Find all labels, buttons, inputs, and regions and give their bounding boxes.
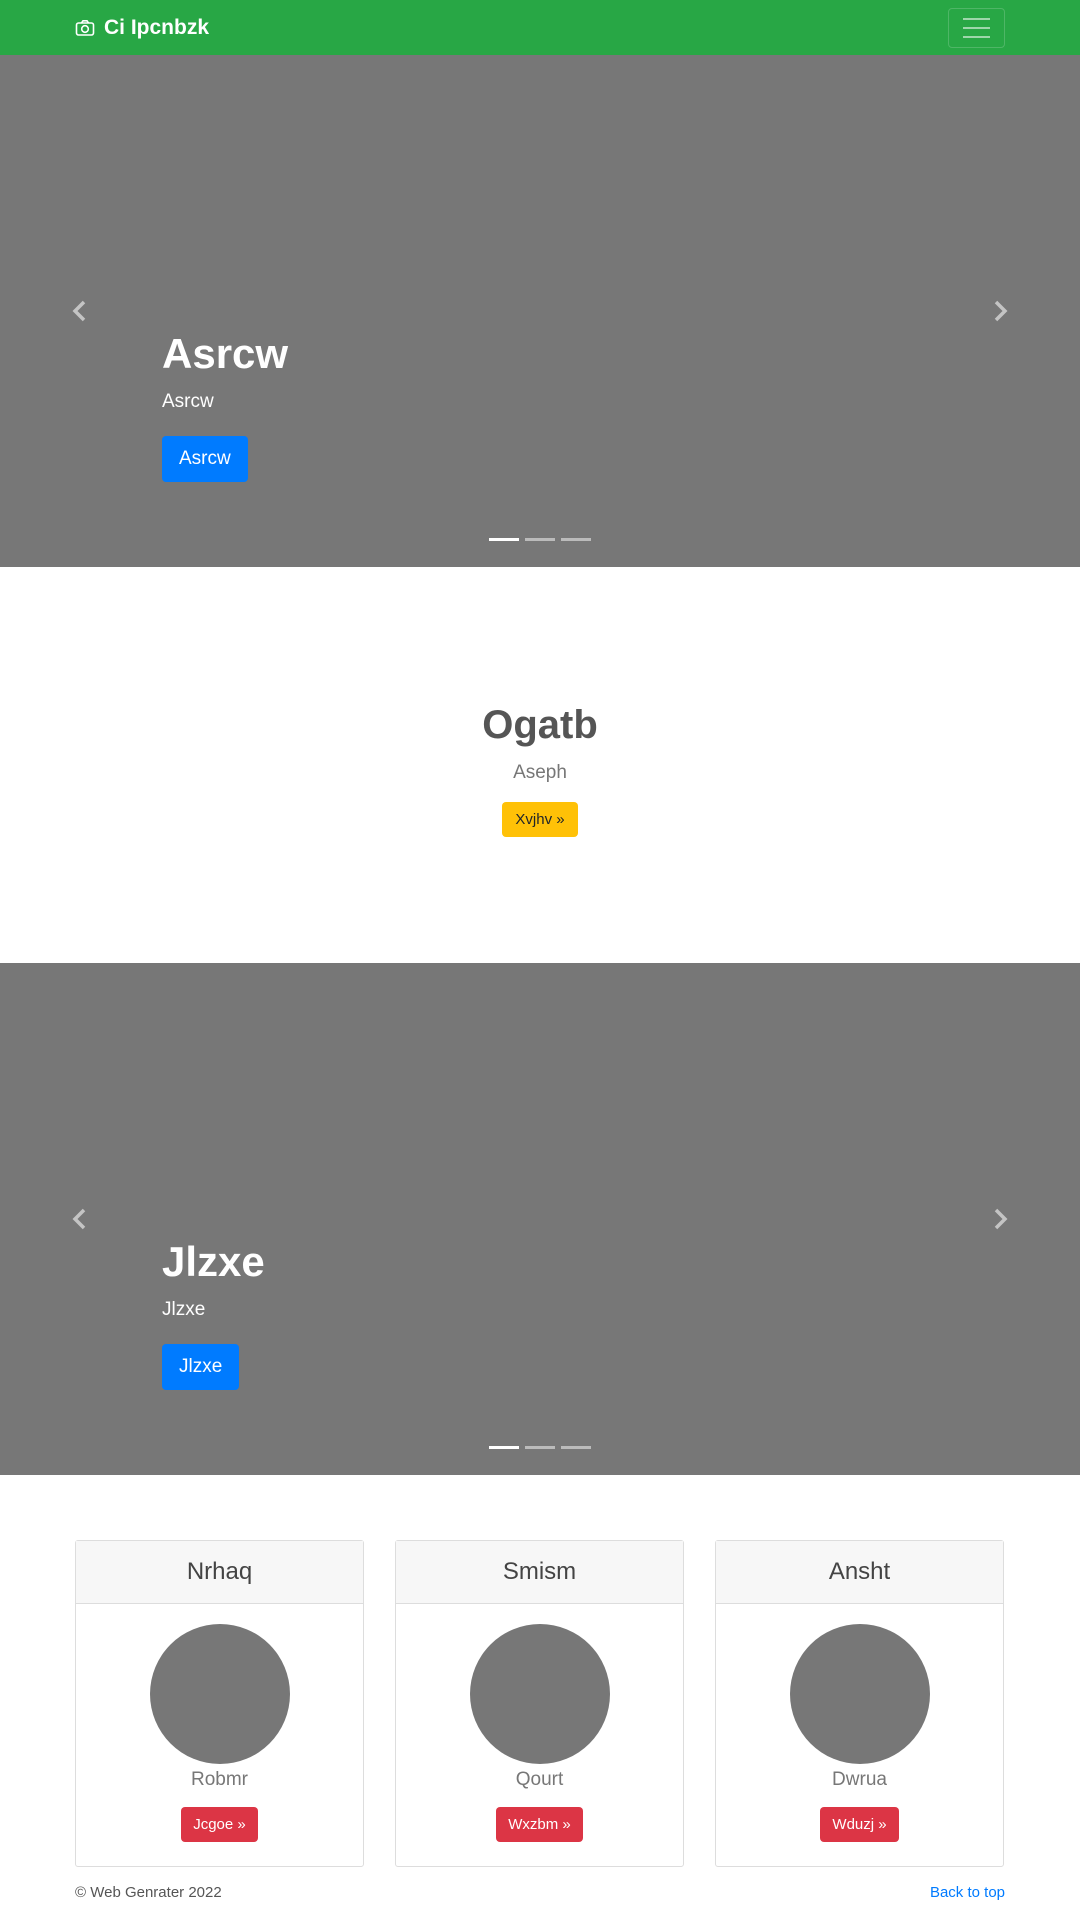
carousel-cta-button[interactable]: Asrcw [162, 436, 248, 483]
chevron-left-icon [72, 1208, 86, 1230]
carousel-title: Asrcw [162, 330, 289, 377]
carousel-indicators [0, 538, 1080, 541]
card-button[interactable]: Jcgoe » [181, 1807, 258, 1842]
hamburger-icon-line [963, 18, 990, 20]
carousel-subtitle: Asrcw [162, 391, 214, 413]
carousel-indicator-1[interactable] [489, 538, 519, 541]
card-text: Qourt [515, 1769, 564, 1790]
carousel-indicator-2[interactable] [525, 1446, 555, 1449]
feature-text: Aseph [513, 762, 567, 783]
cards-row: Nrhaq Robmr Jcgoe » Smism Qourt Wxzbm » … [75, 1540, 1005, 1867]
card-body: Robmr Jcgoe » [76, 1604, 363, 1842]
feature-button[interactable]: Xvjhv » [502, 802, 578, 837]
avatar-placeholder [149, 1624, 290, 1764]
avatar-placeholder [469, 1624, 610, 1764]
navbar: Ci Ipcnbzk [0, 0, 1080, 55]
card-header: Ansht [716, 1541, 1003, 1604]
carousel-next-button[interactable] [950, 55, 1050, 567]
carousel-indicator-2[interactable] [525, 538, 555, 541]
card-header: Smism [396, 1541, 683, 1604]
carousel-caption: Asrcw Asrcw Asrcw [162, 330, 289, 483]
carousel-prev-button[interactable] [30, 55, 130, 567]
card-body: Qourt Wxzbm » [396, 1604, 683, 1842]
card: Smism Qourt Wxzbm » [395, 1540, 684, 1867]
carousel-caption: Jlzxe Jlzxe Jlzxe [162, 1238, 265, 1391]
camera-icon [75, 19, 95, 36]
carousel-indicators [0, 1446, 1080, 1449]
card: Nrhaq Robmr Jcgoe » [75, 1540, 364, 1867]
back-to-top-link[interactable]: Back to top [930, 1884, 1005, 1901]
carousel-title: Jlzxe [162, 1238, 265, 1285]
feature-section: Ogatb Aseph Xvjhv » [0, 567, 1080, 963]
card-body: Dwrua Wduzj » [716, 1604, 1003, 1842]
carousel-subtitle: Jlzxe [162, 1299, 206, 1321]
brand-name: Ci Ipcnbzk [104, 15, 210, 39]
navbar-toggler-button[interactable] [948, 8, 1005, 48]
card-text: Dwrua [832, 1769, 887, 1790]
brand-link[interactable]: Ci Ipcnbzk [75, 0, 209, 55]
hamburger-icon-line [963, 36, 990, 38]
chevron-right-icon [994, 300, 1008, 322]
hero-carousel: Asrcw Asrcw Asrcw [0, 55, 1080, 567]
card-button[interactable]: Wxzbm » [496, 1807, 583, 1842]
card-text: Robmr [190, 1769, 248, 1790]
second-carousel: Jlzxe Jlzxe Jlzxe [0, 963, 1080, 1475]
chevron-left-icon [72, 300, 86, 322]
chevron-right-icon [994, 1208, 1008, 1230]
avatar-placeholder [789, 1624, 930, 1764]
card-button[interactable]: Wduzj » [820, 1807, 899, 1842]
hamburger-icon-line [963, 27, 990, 29]
carousel-next-button[interactable] [950, 963, 1050, 1475]
copyright-text: © Web Genrater 2022 [75, 1884, 222, 1901]
feature-title: Ogatb [482, 703, 598, 747]
carousel-indicator-3[interactable] [561, 1446, 591, 1449]
card-header: Nrhaq [76, 1541, 363, 1604]
card: Ansht Dwrua Wduzj » [715, 1540, 1004, 1867]
carousel-cta-button[interactable]: Jlzxe [162, 1344, 240, 1391]
carousel-prev-button[interactable] [30, 963, 130, 1475]
carousel-indicator-3[interactable] [561, 538, 591, 541]
footer: © Web Genrater 2022 Back to top [75, 1884, 1005, 1901]
carousel-indicator-1[interactable] [489, 1446, 519, 1449]
